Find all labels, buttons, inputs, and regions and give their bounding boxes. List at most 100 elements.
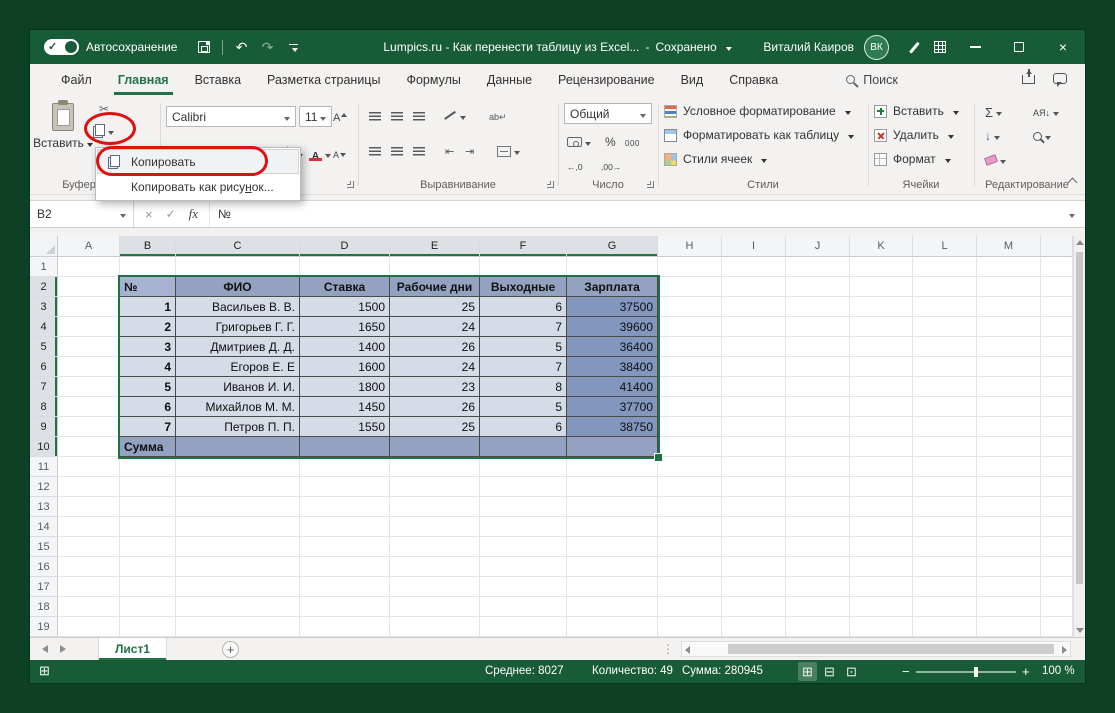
- table-cell[interactable]: Григорьев Г. Г.: [176, 317, 300, 337]
- sheet-nav-left-icon[interactable]: [42, 645, 48, 653]
- grid-cell[interactable]: [977, 477, 1041, 497]
- sheet-grid[interactable]: ABCDEFGHIJKLM123456789101112131415161718…: [30, 236, 1073, 637]
- row-header-15[interactable]: 15: [30, 537, 58, 557]
- grid-cell[interactable]: [722, 357, 786, 377]
- row-header-12[interactable]: 12: [30, 477, 58, 497]
- table-footer-cell[interactable]: [390, 437, 480, 457]
- grid-cell[interactable]: [913, 577, 977, 597]
- table-header-cell[interactable]: Ставка: [300, 277, 390, 297]
- grid-cell[interactable]: [913, 357, 977, 377]
- font-name-combo[interactable]: Calibri: [166, 106, 296, 127]
- grid-cell[interactable]: [722, 597, 786, 617]
- scroll-up-icon[interactable]: [1076, 240, 1084, 245]
- table-cell[interactable]: Петров П. П.: [176, 417, 300, 437]
- grid-cell[interactable]: [390, 257, 480, 277]
- grid-cell[interactable]: [786, 617, 850, 637]
- column-header-E[interactable]: E: [390, 236, 480, 257]
- grid-cell[interactable]: [658, 517, 722, 537]
- grid-cell[interactable]: [58, 437, 120, 457]
- grid-cell[interactable]: [1041, 257, 1073, 277]
- undo-button[interactable]: ↶: [228, 34, 254, 60]
- row-header-3[interactable]: 3: [30, 297, 58, 317]
- grid-cell[interactable]: [567, 497, 658, 517]
- grid-cell[interactable]: [658, 277, 722, 297]
- grid-cell[interactable]: [977, 557, 1041, 577]
- grid-cell[interactable]: [120, 517, 176, 537]
- grid-cell[interactable]: [567, 537, 658, 557]
- tab-scroll-splitter[interactable]: ⋮: [662, 642, 674, 656]
- grid-cell[interactable]: [480, 257, 567, 277]
- grid-cell[interactable]: [58, 537, 120, 557]
- cut-button[interactable]: ✂: [96, 98, 112, 120]
- table-cell[interactable]: 1550: [300, 417, 390, 437]
- grid-cell[interactable]: [300, 617, 390, 637]
- table-cell[interactable]: Васильев В. В.: [176, 297, 300, 317]
- grid-cell[interactable]: [850, 357, 913, 377]
- row-header-1[interactable]: 1: [30, 257, 58, 277]
- grid-cell[interactable]: [786, 557, 850, 577]
- orientation-button[interactable]: [442, 105, 469, 127]
- align-top-button[interactable]: [366, 105, 384, 127]
- grid-cell[interactable]: [1041, 557, 1073, 577]
- column-header-C[interactable]: C: [176, 236, 300, 257]
- row-header-2[interactable]: 2: [30, 277, 58, 297]
- grid-cell[interactable]: [658, 257, 722, 277]
- grid-cell[interactable]: [786, 517, 850, 537]
- cell-styles-button[interactable]: Стили ячеек: [664, 148, 767, 170]
- grid-cell[interactable]: [390, 557, 480, 577]
- grid-cell[interactable]: [300, 497, 390, 517]
- grid-cell[interactable]: [913, 377, 977, 397]
- zoom-knob[interactable]: [974, 667, 978, 677]
- minimize-button[interactable]: [953, 30, 997, 64]
- grid-cell[interactable]: [300, 517, 390, 537]
- grid-cell[interactable]: [1041, 277, 1073, 297]
- grid-cell[interactable]: [850, 497, 913, 517]
- table-cell[interactable]: Михайлов М. М.: [176, 397, 300, 417]
- grid-cell[interactable]: [977, 417, 1041, 437]
- grid-cell[interactable]: [58, 517, 120, 537]
- grid-cell[interactable]: [977, 357, 1041, 377]
- table-cell[interactable]: Дмитриев Д. Д.: [176, 337, 300, 357]
- column-header-H[interactable]: H: [658, 236, 722, 257]
- grid-cell[interactable]: [850, 277, 913, 297]
- grid-cell[interactable]: [786, 537, 850, 557]
- grid-cell[interactable]: [300, 557, 390, 577]
- grid-cell[interactable]: [58, 277, 120, 297]
- grid-cell[interactable]: [850, 537, 913, 557]
- accounting-format-button[interactable]: [564, 131, 594, 153]
- scroll-right-icon[interactable]: [1062, 646, 1067, 654]
- table-cell[interactable]: 1450: [300, 397, 390, 417]
- grid-cell[interactable]: [480, 477, 567, 497]
- font-size-combo[interactable]: 11: [299, 106, 332, 127]
- sort-filter-button[interactable]: [1030, 101, 1062, 123]
- grid-cell[interactable]: [722, 577, 786, 597]
- user-avatar[interactable]: ВК: [864, 35, 889, 60]
- format-as-table-button[interactable]: Форматировать как таблицу: [664, 124, 854, 146]
- grid-cell[interactable]: [58, 417, 120, 437]
- grid-cell[interactable]: [722, 457, 786, 477]
- grid-cell[interactable]: [658, 397, 722, 417]
- grid-cell[interactable]: [1041, 577, 1073, 597]
- grid-cell[interactable]: [58, 397, 120, 417]
- grid-cell[interactable]: [1041, 377, 1073, 397]
- row-header-4[interactable]: 4: [30, 317, 58, 337]
- grid-cell[interactable]: [658, 577, 722, 597]
- grid-cell[interactable]: [722, 557, 786, 577]
- grid-cell[interactable]: [390, 457, 480, 477]
- status-sum[interactable]: Сумма: 280945: [682, 665, 763, 677]
- delete-cells-button[interactable]: Удалить: [874, 124, 954, 146]
- align-right-button[interactable]: [410, 140, 428, 162]
- table-cell[interactable]: 7: [480, 357, 567, 377]
- grid-cell[interactable]: [722, 337, 786, 357]
- grid-cell[interactable]: [658, 497, 722, 517]
- grid-cell[interactable]: [120, 457, 176, 477]
- vertical-scroll-thumb[interactable]: [1076, 252, 1083, 584]
- grid-cell[interactable]: [300, 577, 390, 597]
- grid-cell[interactable]: [567, 257, 658, 277]
- save-status[interactable]: Сохранено: [655, 40, 716, 54]
- grid-cell[interactable]: [658, 297, 722, 317]
- column-header-K[interactable]: K: [850, 236, 913, 257]
- grid-cell[interactable]: [120, 537, 176, 557]
- grid-cell[interactable]: [176, 477, 300, 497]
- grid-cell[interactable]: [913, 477, 977, 497]
